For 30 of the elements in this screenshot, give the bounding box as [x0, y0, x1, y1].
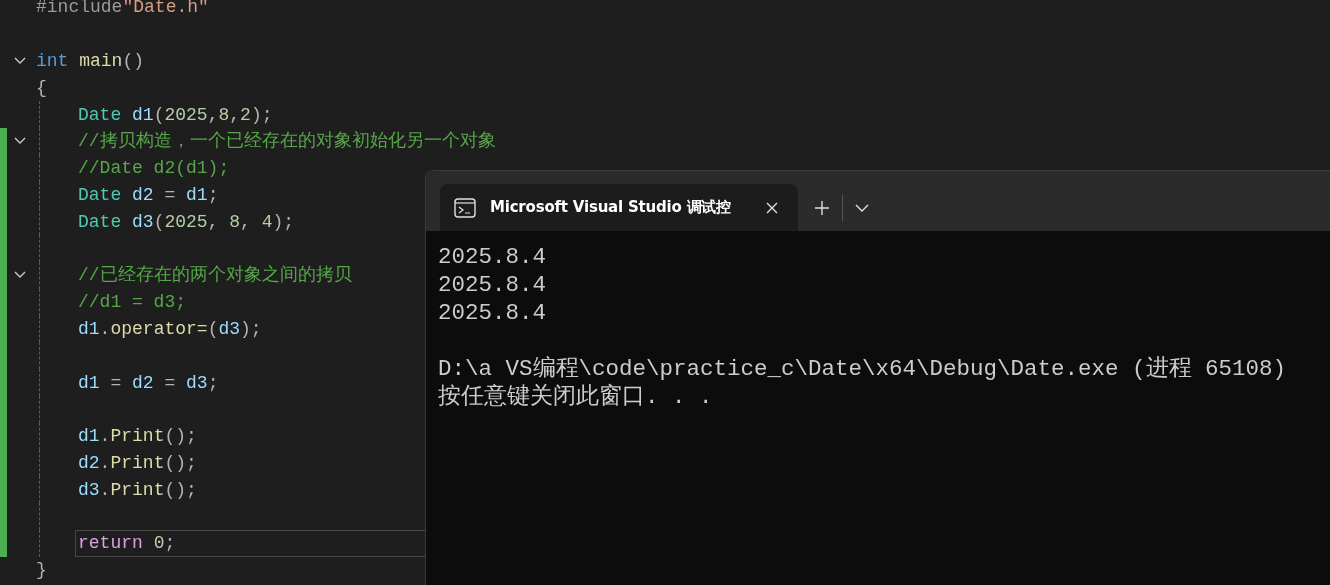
code-line: //已经存在的两个对象之间的拷贝	[78, 264, 352, 288]
code-line: {	[36, 76, 47, 100]
console-output-line: 2025.8.4	[438, 300, 547, 326]
code-line: d1 = d2 = d3;	[78, 371, 219, 395]
terminal-tab[interactable]: Microsoft Visual Studio 调试控	[440, 184, 798, 231]
code-line: int main()	[36, 50, 145, 73]
code-line: //Date d2(d1);	[78, 157, 230, 181]
fold-chevron-icon[interactable]	[14, 57, 26, 65]
console-output-line: 按任意键关闭此窗口. . .	[438, 384, 713, 410]
code-line: #include"Date.h"	[36, 0, 209, 20]
console-output-line: D:\a VS编程\code\practice_c\Date\x64\Debug\Date.exe (进程 65108)	[438, 356, 1287, 382]
chevron-down-icon	[855, 203, 869, 212]
terminal-icon	[454, 197, 476, 218]
code-line: }	[36, 559, 47, 583]
code-line: //d1 = d3;	[78, 291, 187, 315]
code-line: d2.Print();	[78, 451, 197, 475]
close-icon	[766, 201, 778, 214]
code-line: Date d1(2025,8,2);	[78, 103, 273, 127]
code-line: d1.Print();	[78, 425, 197, 449]
code-line: d1.operator=(d3);	[78, 317, 262, 341]
code-line: //拷贝构造，一个已经存在的对象初始化另一个对象	[78, 130, 496, 154]
console-output-line: 2025.8.4	[438, 244, 547, 270]
code-line: return 0;	[78, 532, 176, 556]
plus-icon	[814, 199, 830, 216]
code-line: Date d3(2025, 8, 4);	[78, 210, 295, 234]
fold-chevron-icon[interactable]	[14, 137, 26, 146]
fold-chevron-icon[interactable]	[14, 271, 26, 280]
code-line: Date d2 = d1;	[78, 183, 219, 207]
code-line: d3.Print();	[78, 478, 197, 502]
console-output-line: 2025.8.4	[438, 272, 547, 298]
